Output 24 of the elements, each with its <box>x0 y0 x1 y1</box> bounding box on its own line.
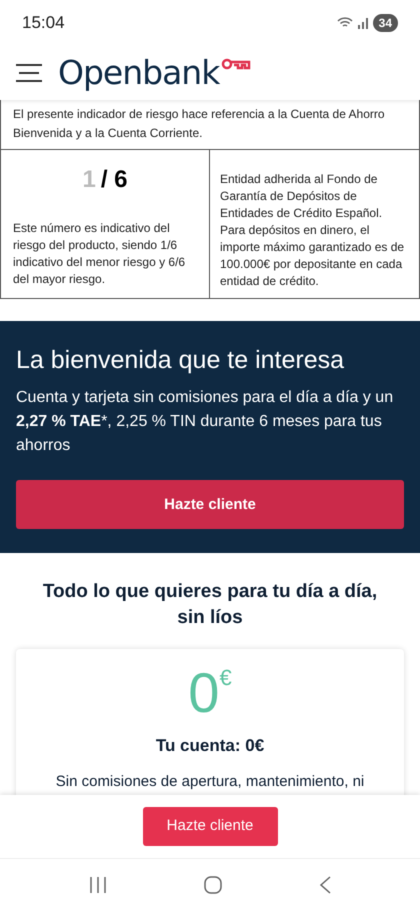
home-icon[interactable] <box>204 876 222 894</box>
hero-text: Cuenta y tarjeta sin comisiones para el día a día y un 2,27 % TAE*, 2,25 % TIN durante 6 meses para tus ahorros <box>16 388 394 456</box>
risk-scale: / 6 <box>100 165 128 195</box>
menu-icon[interactable] <box>16 62 42 82</box>
hero-title: La bienvenida que te interesa <box>16 345 346 376</box>
currency-symbol: € <box>219 667 232 690</box>
signup-button[interactable]: Hazte cliente <box>142 807 278 846</box>
status-time: 15:04 <box>22 12 65 34</box>
battery-level: 34 <box>372 14 398 32</box>
risk-value: 1 <box>82 165 96 195</box>
amount: 0 <box>188 665 220 722</box>
back-icon[interactable] <box>319 876 332 894</box>
wifi-icon <box>336 16 353 30</box>
logo[interactable]: Openbank <box>58 56 220 89</box>
risk-explanation: Este número es indicativo del riesgo del producto, siendo 1/6 indicativo del menor riesgo y 6/6 del mayor riesgo. <box>13 220 186 288</box>
signup-button[interactable]: Hazte cliente <box>16 480 404 530</box>
guarantee-text: Entidad adherida al Fondo de Garantía de Depósitos de Entidades de Crédito Español. Para depósitos en dinero, el importe máximo garantizado es de 100.000€ por depositante en cada entidad de crédito. <box>219 171 406 290</box>
card-text: Sin comisiones de apertura, mantenimiento, ni <box>56 772 364 792</box>
key-icon <box>221 58 252 72</box>
card-title: Tu cuenta: 0€ <box>156 735 264 758</box>
risk-note: El presente indicador de riesgo hace referencia a la Cuenta de Ahorro Bienvenida y a la Cuenta Corriente. <box>1 100 419 150</box>
signal-icon <box>356 16 369 28</box>
recents-icon[interactable] <box>88 876 107 892</box>
section-title: Todo lo que quieres para tu día a día, sin líos <box>42 580 378 630</box>
